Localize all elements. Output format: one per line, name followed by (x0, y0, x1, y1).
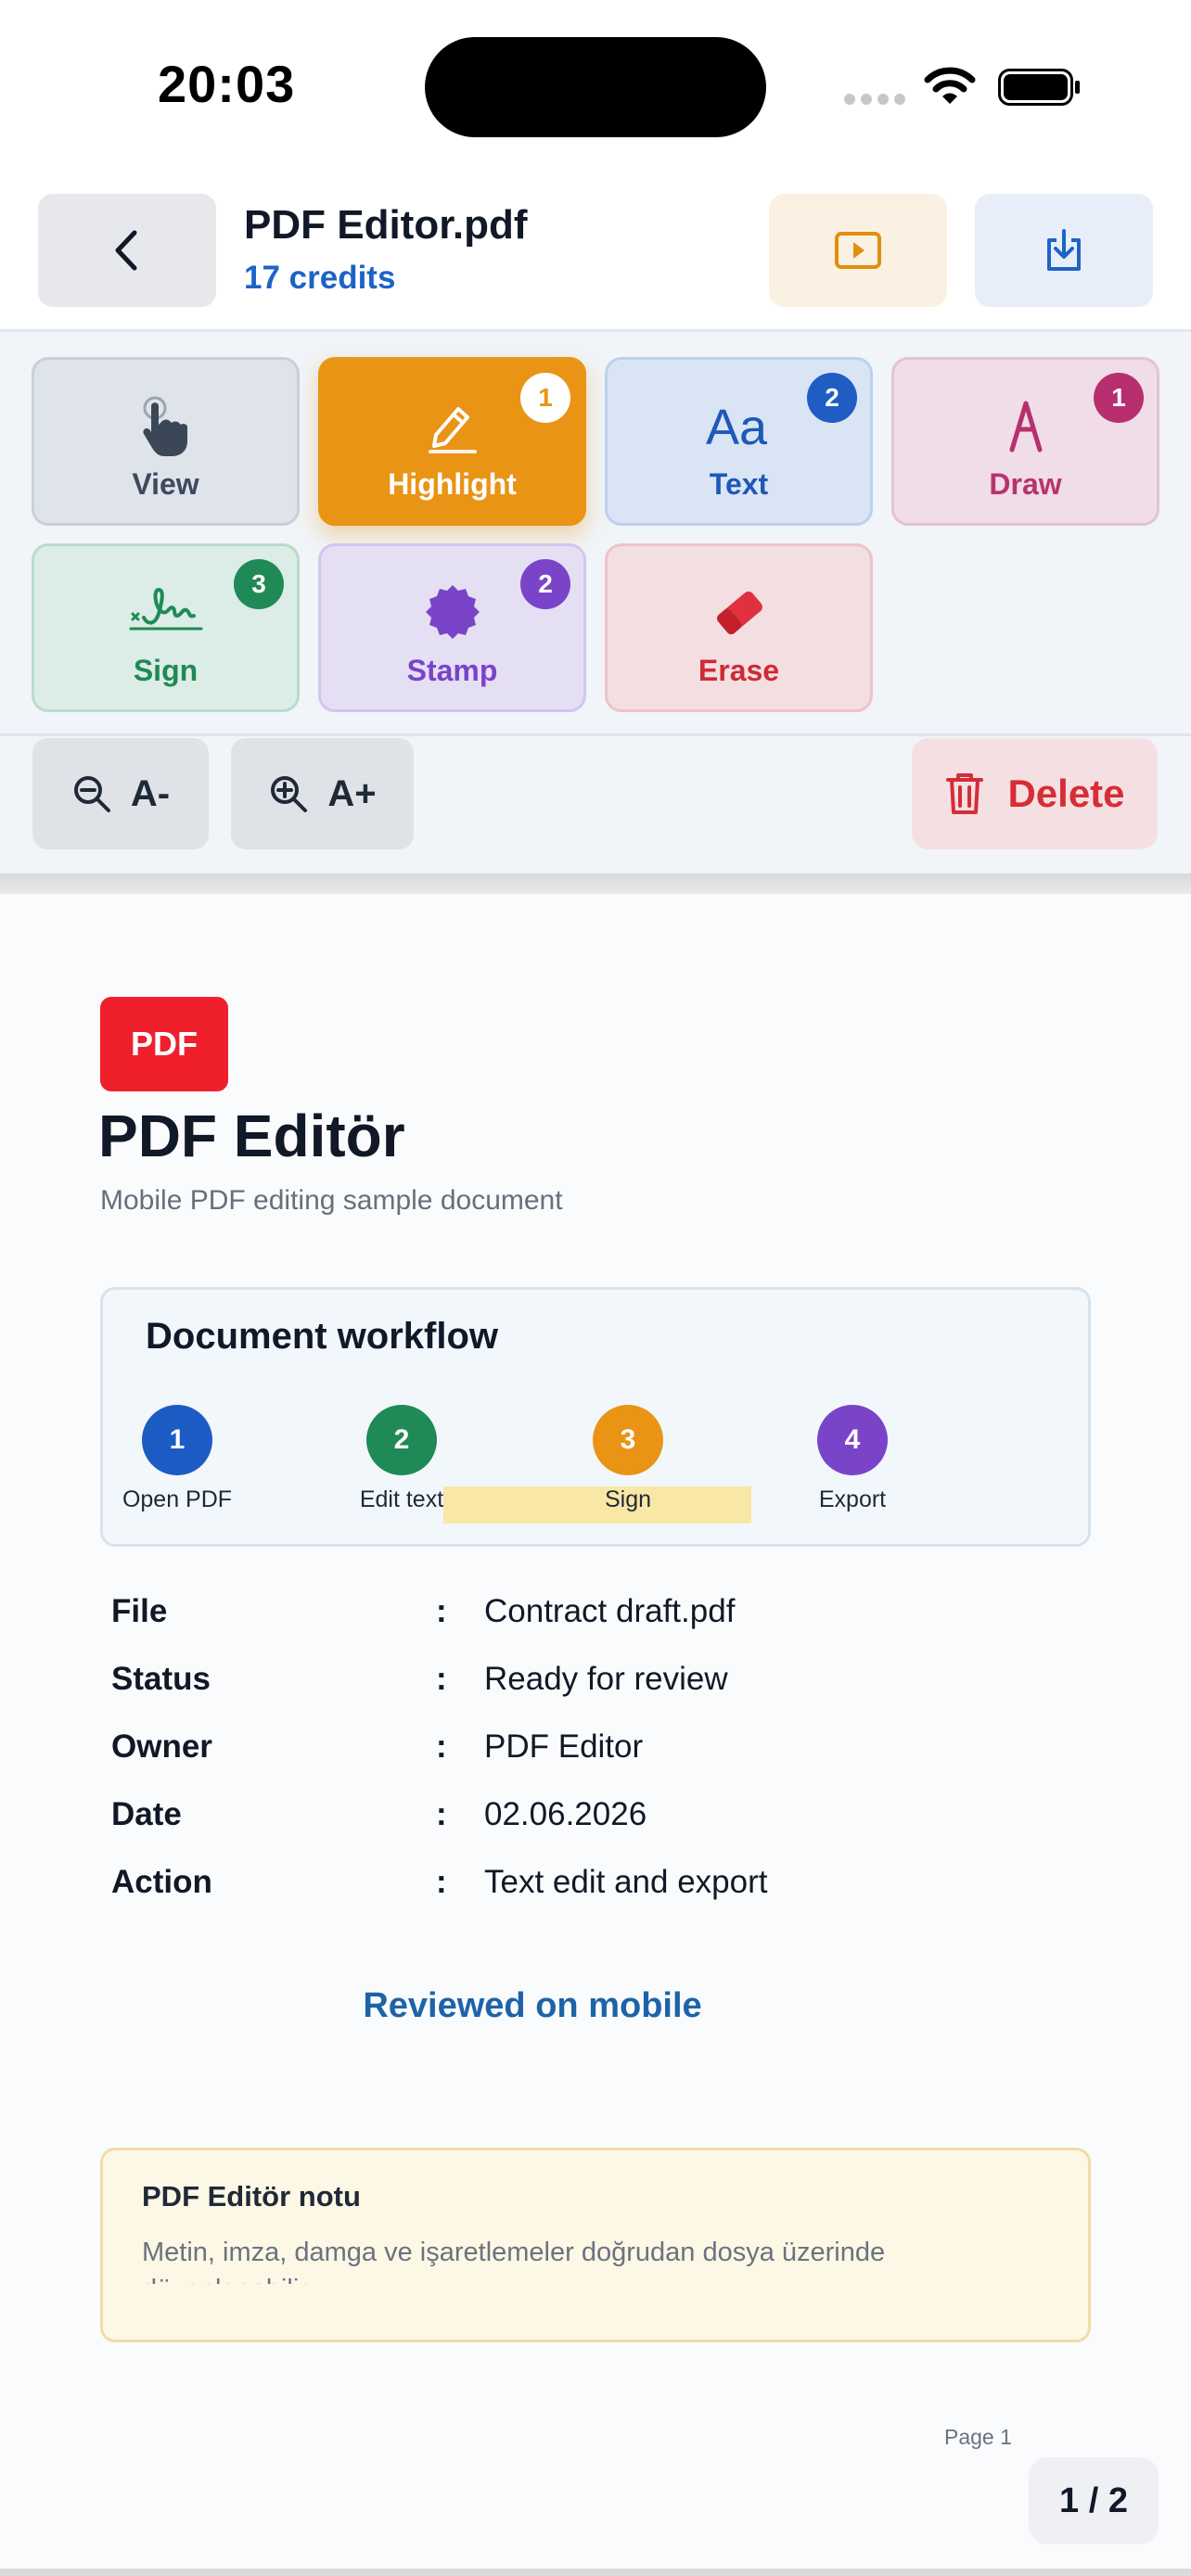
pdf-file-badge: PDF (100, 997, 228, 1091)
document-info-table: File: Contract draft.pdf Status: Ready for … (111, 1593, 1076, 1932)
tool-stamp[interactable]: Stamp 2 (318, 543, 586, 712)
tool-label: Highlight (388, 467, 517, 501)
delete-button[interactable]: Delete (912, 738, 1158, 849)
tool-sign[interactable]: Sign 3 (32, 543, 300, 712)
note-title[interactable]: PDF Editör notu (142, 2180, 361, 2213)
tool-text[interactable]: Aa Text 2 (605, 357, 873, 526)
info-colon: : (436, 1728, 447, 1765)
hand-pointer-icon (142, 396, 187, 456)
step-label: Open PDF (122, 1486, 233, 1512)
file-name: PDF Editor.pdf (244, 202, 528, 248)
info-value[interactable]: PDF Editor (484, 1728, 643, 1766)
back-button[interactable] (38, 194, 216, 307)
tool-label: Draw (989, 467, 1062, 501)
download-button[interactable] (975, 194, 1153, 307)
tool-count-badge: 2 (807, 373, 857, 423)
info-value[interactable]: Contract draft.pdf (484, 1593, 735, 1630)
status-time: 20:03 (158, 55, 296, 113)
step-number: 4 (817, 1405, 888, 1475)
info-key[interactable]: Status (111, 1661, 211, 1698)
step-number: 2 (366, 1405, 437, 1475)
tool-highlight[interactable]: Highlight 1 (318, 357, 586, 526)
step-label: Export (818, 1486, 887, 1512)
chevron-left-icon (115, 230, 137, 271)
info-colon: : (436, 1864, 447, 1900)
credits-count[interactable]: 17 credits (244, 260, 395, 297)
info-key[interactable]: File (111, 1593, 167, 1630)
tool-count-badge: 3 (234, 559, 284, 609)
note-body[interactable]: Metin, imza, damga ve işaretlemeler doğr… (142, 2234, 977, 2284)
zoom-controls: A- A+ Delete (0, 738, 1191, 874)
pencil-icon (428, 407, 477, 453)
delete-label: Delete (1007, 772, 1125, 815)
info-row: Action: Text edit and export (111, 1864, 1076, 1932)
tool-label: View (132, 467, 199, 501)
document-subtitle[interactable]: Mobile PDF editing sample document (100, 1185, 563, 1217)
step-label: Sign (604, 1486, 652, 1512)
tool-count-badge: 1 (1094, 373, 1144, 423)
info-value[interactable]: 02.06.2026 (484, 1796, 647, 1833)
tool-label: Sign (133, 654, 198, 687)
info-key[interactable]: Action (111, 1864, 212, 1901)
info-colon: : (436, 1661, 447, 1697)
signature-icon (129, 587, 202, 631)
zoom-in-label: A+ (327, 772, 377, 814)
tool-draw[interactable]: Draw 1 (891, 357, 1159, 526)
step-number: 3 (593, 1405, 663, 1475)
workflow-title[interactable]: Document workflow (146, 1316, 498, 1358)
tool-count-badge: 1 (520, 373, 570, 423)
play-icon (835, 232, 881, 269)
workflow-card: Document workflow 1 Open PDF 2 Edit text 3 Si… (100, 1287, 1091, 1547)
status-bar: 20:03 (0, 0, 1191, 176)
tool-palette: View Highlight 1 Aa Text 2 Draw 1 Sign 3… (0, 332, 1191, 738)
step-label: Edit text (359, 1486, 444, 1512)
info-key[interactable]: Date (111, 1796, 182, 1833)
tool-label: Text (709, 467, 769, 501)
document-page[interactable]: PDF PDF Editör Mobile PDF editing sample… (0, 894, 1191, 2576)
info-row: Date: 02.06.2026 (111, 1796, 1076, 1864)
info-row: File: Contract draft.pdf (111, 1593, 1076, 1661)
info-row: Status: Ready for review (111, 1661, 1076, 1728)
page-edge (0, 2569, 1191, 2576)
info-colon: : (436, 1593, 447, 1629)
zoom-in-icon (271, 776, 308, 812)
tool-label: Stamp (406, 654, 498, 687)
wifi-icon (924, 67, 976, 104)
step-number: 1 (142, 1405, 212, 1475)
text-aa-icon: Aa (706, 400, 768, 452)
info-key[interactable]: Owner (111, 1728, 212, 1766)
divider (0, 733, 1191, 736)
info-value[interactable]: Ready for review (484, 1661, 728, 1698)
tool-count-badge: 2 (520, 559, 570, 609)
zoom-out-label: A- (130, 772, 171, 814)
page-counter[interactable]: 1 / 2 (1029, 2457, 1159, 2544)
toolbar-shadow (0, 874, 1191, 894)
tool-label: Erase (698, 654, 780, 687)
trash-icon (946, 773, 984, 814)
zoom-out-button[interactable]: A- (32, 738, 209, 849)
preview-button[interactable] (769, 194, 947, 307)
info-row: Owner: PDF Editor (111, 1728, 1076, 1796)
info-value[interactable]: Text edit and export (484, 1864, 767, 1901)
dynamic-island (425, 37, 766, 137)
document-title[interactable]: PDF Editör (98, 1102, 405, 1170)
compass-draw-icon (1009, 401, 1042, 453)
zoom-out-icon (73, 776, 110, 812)
battery-icon (998, 69, 1080, 106)
tool-erase[interactable]: Erase (605, 543, 873, 712)
info-colon: : (436, 1796, 447, 1832)
reviewed-link[interactable]: Reviewed on mobile (0, 1986, 1065, 2026)
zoom-in-button[interactable]: A+ (231, 738, 414, 849)
cellular-signal-icon (844, 94, 905, 105)
app-screen: 20:03 PDF Editor.pdf 17 credits View Hig… (0, 0, 1191, 2576)
download-icon (1047, 229, 1081, 271)
note-card: PDF Editör notu Metin, imza, damga ve iş… (100, 2148, 1091, 2342)
page-label: Page 1 (944, 2425, 1012, 2449)
svg-text:Aa: Aa (706, 400, 768, 452)
stamp-badge-icon (425, 585, 480, 639)
eraser-icon (716, 591, 762, 635)
tool-view[interactable]: View (32, 357, 300, 526)
editor-header: PDF Editor.pdf 17 credits (0, 176, 1191, 332)
